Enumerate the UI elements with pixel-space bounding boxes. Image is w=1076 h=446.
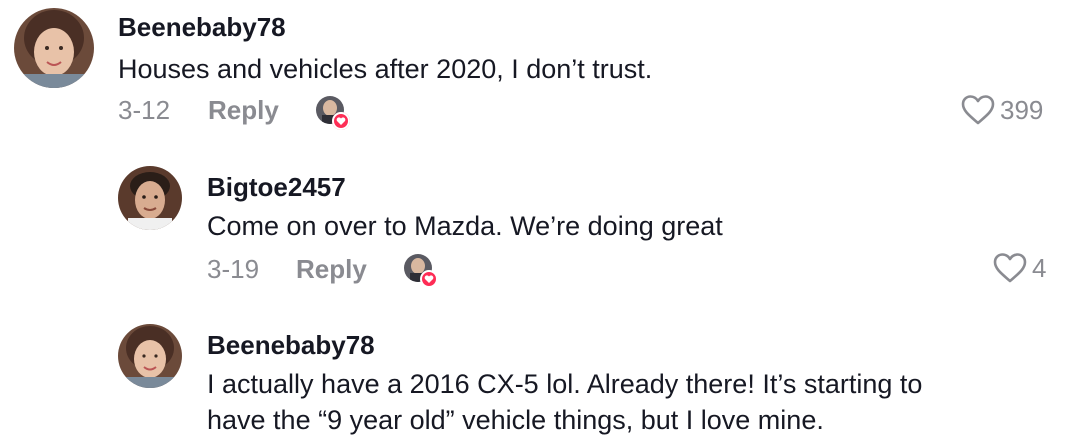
- comment-1: Beenebaby78 Houses and vehicles after 20…: [0, 0, 1076, 150]
- username[interactable]: Beenebaby78: [207, 330, 375, 361]
- creator-liked-badge-icon: [404, 254, 438, 288]
- username[interactable]: Beenebaby78: [118, 12, 286, 43]
- like-count: 4: [1032, 252, 1047, 283]
- reply-button[interactable]: Reply: [296, 254, 367, 285]
- creator-liked-badge-icon: [316, 96, 350, 130]
- avatar[interactable]: [14, 8, 94, 88]
- heart-outline-icon: [961, 95, 995, 125]
- heart-outline-icon: [993, 253, 1027, 283]
- username[interactable]: Bigtoe2457: [207, 172, 346, 203]
- like-button[interactable]: 399: [960, 94, 1043, 126]
- like-button[interactable]: 4: [992, 252, 1046, 284]
- reply-button[interactable]: Reply: [208, 95, 279, 126]
- comment-date: 3-12: [118, 95, 171, 125]
- comment-date: 3-19: [207, 254, 260, 284]
- comment-text-line-2: have the “9 year old” vehicle things, bu…: [207, 405, 824, 435]
- like-count: 399: [1000, 94, 1044, 125]
- comment-3: Beenebaby78 I actually have a 2016 CX-5 …: [0, 320, 1076, 446]
- comment-text: Come on over to Mazda. We’re doing great: [207, 211, 723, 241]
- avatar[interactable]: [118, 166, 182, 230]
- avatar[interactable]: [118, 324, 182, 388]
- comment-2: Bigtoe2457 Come on over to Mazda. We’re …: [0, 160, 1076, 310]
- comment-text-line-1: I actually have a 2016 CX-5 lol. Already…: [207, 369, 923, 399]
- comment-text: Houses and vehicles after 2020, I don’t …: [118, 54, 653, 84]
